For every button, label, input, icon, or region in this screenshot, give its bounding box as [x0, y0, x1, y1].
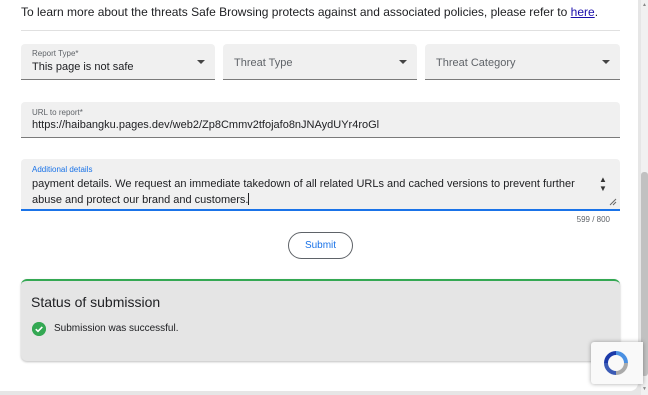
scroll-up-icon[interactable]: ▲	[598, 175, 608, 184]
scroll-down-icon[interactable]: ▼	[598, 184, 608, 193]
status-message: Submission was successful.	[54, 323, 179, 334]
textarea-scroll-arrows[interactable]: ▲ ▼	[598, 175, 608, 193]
recaptcha-logo-icon	[604, 351, 628, 375]
report-type-select[interactable]: Report Type* This page is not safe	[21, 44, 215, 80]
character-counter: 599 / 800	[576, 215, 610, 224]
additional-details-field[interactable]: Additional details payment details. We r…	[21, 159, 620, 211]
scrollbar-down-icon[interactable]: ▼	[641, 386, 648, 392]
intro-period: .	[594, 5, 599, 19]
text-cursor	[248, 193, 250, 205]
chevron-down-icon	[399, 60, 407, 64]
status-panel: Status of submission Submission was succ…	[21, 279, 620, 361]
threat-type-select[interactable]: Threat Type	[223, 44, 417, 80]
additional-details-text: payment details. We request an immediate…	[32, 176, 592, 208]
threat-type-placeholder: Threat Type	[234, 57, 293, 69]
divider	[21, 30, 620, 31]
report-type-label: Report Type*	[32, 49, 79, 58]
intro-sentence: To learn more about the threats Safe Bro…	[21, 5, 571, 19]
report-type-value: This page is not safe	[32, 61, 134, 73]
threat-category-select[interactable]: Threat Category	[425, 44, 620, 80]
status-title: Status of submission	[31, 294, 161, 310]
chevron-down-icon	[197, 60, 205, 64]
url-field[interactable]: URL to report* https://haibangku.pages.d…	[21, 102, 620, 138]
report-card: To learn more about the threats Safe Bro…	[0, 0, 638, 391]
additional-details-label: Additional details	[32, 165, 93, 174]
additional-details-value: payment details. We request an immediate…	[32, 178, 575, 206]
url-value: https://haibangku.pages.dev/web2/Zp8Cmmv…	[32, 119, 380, 131]
threat-category-placeholder: Threat Category	[436, 57, 516, 69]
chevron-down-icon	[602, 60, 610, 64]
intro-text: To learn more about the threats Safe Bro…	[21, 5, 598, 19]
recaptcha-badge[interactable]	[591, 342, 643, 384]
resize-handle-icon[interactable]	[608, 197, 617, 206]
page-scrollbar[interactable]: ▲ ▼	[641, 0, 648, 395]
submit-button[interactable]: Submit	[288, 232, 353, 259]
policy-link[interactable]: here	[571, 5, 595, 19]
check-circle-icon	[32, 322, 46, 336]
url-label: URL to report*	[32, 108, 83, 117]
scrollbar-up-icon[interactable]: ▲	[641, 2, 648, 8]
